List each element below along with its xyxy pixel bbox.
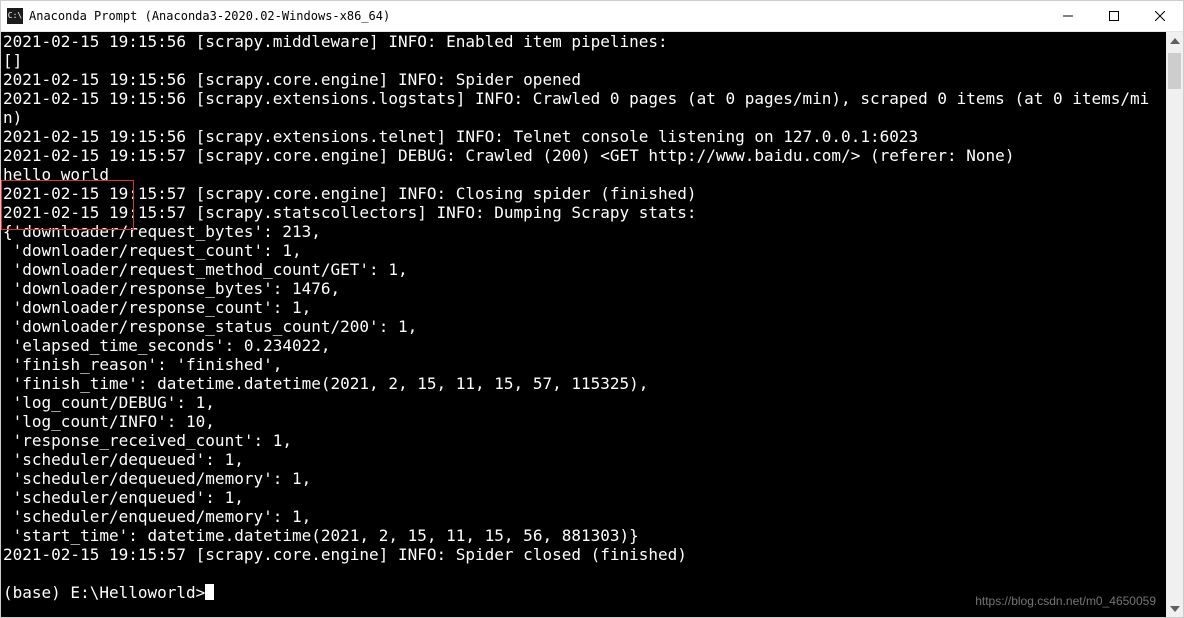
terminal-output[interactable]: 2021-02-15 19:15:56 [scrapy.middleware] … xyxy=(1,32,1166,617)
terminal-line: 2021-02-15 19:15:56 [scrapy.middleware] … xyxy=(3,32,1164,51)
terminal-line: [] xyxy=(3,51,1164,70)
terminal-line: 2021-02-15 19:15:57 [scrapy.statscollect… xyxy=(3,203,1164,222)
terminal-line: 2021-02-15 19:15:56 [scrapy.extensions.t… xyxy=(3,127,1164,146)
terminal-line: 'downloader/request_count': 1, xyxy=(3,241,1164,260)
terminal-line: 'elapsed_time_seconds': 0.234022, xyxy=(3,336,1164,355)
terminal-line: 'start_time': datetime.datetime(2021, 2,… xyxy=(3,526,1164,545)
titlebar[interactable]: C:\ Anaconda Prompt (Anaconda3-2020.02-W… xyxy=(1,1,1183,32)
terminal-line: 'downloader/response_bytes': 1476, xyxy=(3,279,1164,298)
scrollbar-track[interactable] xyxy=(1166,49,1183,600)
terminal-line: 2021-02-15 19:15:57 [scrapy.core.engine]… xyxy=(3,545,1164,564)
app-icon: C:\ xyxy=(7,8,23,24)
terminal-line: 'downloader/response_status_count/200': … xyxy=(3,317,1164,336)
terminal-line: 'finish_reason': 'finished', xyxy=(3,355,1164,374)
scroll-down-button[interactable] xyxy=(1166,600,1183,617)
vertical-scrollbar[interactable] xyxy=(1166,32,1183,617)
terminal-line: 'scheduler/dequeued': 1, xyxy=(3,450,1164,469)
terminal-line: 'scheduler/enqueued/memory': 1, xyxy=(3,507,1164,526)
close-icon xyxy=(1155,11,1165,21)
terminal-line: 2021-02-15 19:15:57 [scrapy.core.engine]… xyxy=(3,184,1164,203)
terminal-line: 'log_count/DEBUG': 1, xyxy=(3,393,1164,412)
terminal-line: 2021-02-15 19:15:56 [scrapy.extensions.l… xyxy=(3,89,1164,127)
client-area: 2021-02-15 19:15:56 [scrapy.middleware] … xyxy=(1,32,1183,617)
terminal-line: {'downloader/request_bytes': 213, xyxy=(3,222,1164,241)
terminal-line: 'log_count/INFO': 10, xyxy=(3,412,1164,431)
scroll-up-button[interactable] xyxy=(1166,32,1183,49)
watermark: https://blog.csdn.net/m0_4650059 xyxy=(975,592,1156,611)
chevron-down-icon xyxy=(1170,606,1180,612)
terminal-line: 2021-02-15 19:15:57 [scrapy.core.engine]… xyxy=(3,146,1164,165)
terminal-line: 'scheduler/enqueued': 1, xyxy=(3,488,1164,507)
window-title: Anaconda Prompt (Anaconda3-2020.02-Windo… xyxy=(29,9,1045,23)
close-button[interactable] xyxy=(1137,1,1183,31)
maximize-button[interactable] xyxy=(1091,1,1137,31)
terminal-line: hello world xyxy=(3,165,1164,184)
window-buttons xyxy=(1045,1,1183,31)
scrollbar-thumb[interactable] xyxy=(1168,53,1181,89)
terminal-line: 2021-02-15 19:15:56 [scrapy.core.engine]… xyxy=(3,70,1164,89)
terminal-line: 'scheduler/dequeued/memory': 1, xyxy=(3,469,1164,488)
terminal-line xyxy=(3,564,1164,583)
cursor xyxy=(205,584,214,600)
maximize-icon xyxy=(1109,11,1119,21)
terminal-line: 'finish_time': datetime.datetime(2021, 2… xyxy=(3,374,1164,393)
minimize-icon xyxy=(1063,11,1073,21)
terminal-line: 'downloader/request_method_count/GET': 1… xyxy=(3,260,1164,279)
terminal-line: 'downloader/response_count': 1, xyxy=(3,298,1164,317)
minimize-button[interactable] xyxy=(1045,1,1091,31)
terminal-line: 'response_received_count': 1, xyxy=(3,431,1164,450)
chevron-up-icon xyxy=(1170,38,1180,44)
app-window: C:\ Anaconda Prompt (Anaconda3-2020.02-W… xyxy=(0,0,1184,618)
